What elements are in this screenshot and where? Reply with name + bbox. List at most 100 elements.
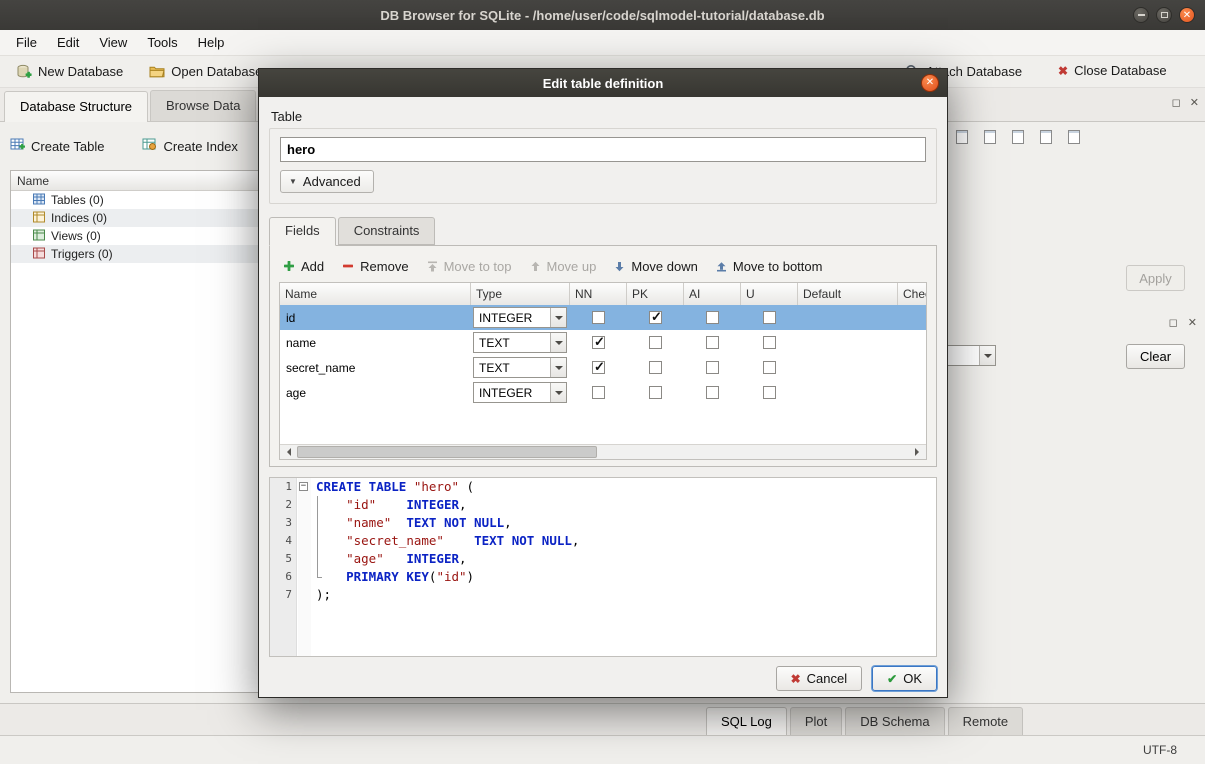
- move-up-button[interactable]: Move up: [530, 259, 597, 274]
- col-header-nn[interactable]: NN: [570, 283, 627, 305]
- grid-horizontal-scrollbar[interactable]: [280, 444, 926, 459]
- u-checkbox[interactable]: [763, 311, 776, 324]
- create-table-button[interactable]: Create Table: [10, 137, 104, 155]
- move-to-top-button[interactable]: Move to top: [427, 259, 512, 274]
- tab-remote[interactable]: Remote: [948, 707, 1024, 737]
- field-name-cell[interactable]: secret_name: [280, 361, 471, 375]
- u-checkbox[interactable]: [763, 361, 776, 374]
- col-header-default[interactable]: Default: [798, 283, 898, 305]
- move-to-top-label: Move to top: [444, 259, 512, 274]
- dock-float-icon[interactable]: ◻: [1169, 316, 1178, 329]
- table-name-input[interactable]: [280, 137, 926, 162]
- pk-checkbox[interactable]: [649, 386, 662, 399]
- type-combobox[interactable]: INTEGER: [473, 307, 567, 328]
- sql-preview-editor[interactable]: 1 − CREATE TABLE "hero" ( 2 "id" INTEGER…: [269, 477, 937, 657]
- remove-field-button[interactable]: Remove: [342, 259, 408, 274]
- type-combobox[interactable]: INTEGER: [473, 382, 567, 403]
- sql-code: "age" INTEGER,: [311, 550, 936, 568]
- field-row-secret-name[interactable]: secret_name TEXT: [280, 355, 926, 380]
- field-name-cell[interactable]: name: [280, 336, 471, 350]
- combo-arrow[interactable]: [550, 308, 566, 327]
- dock-close-icon[interactable]: ✕: [1190, 96, 1199, 109]
- new-database-button[interactable]: New Database: [10, 60, 129, 84]
- advanced-toggle-button[interactable]: ▼ Advanced: [280, 170, 374, 193]
- tab-sql-log[interactable]: SQL Log: [706, 707, 787, 737]
- move-down-button[interactable]: Move down: [614, 259, 697, 274]
- clear-button[interactable]: Clear: [1126, 344, 1185, 369]
- ai-checkbox[interactable]: [706, 361, 719, 374]
- pk-checkbox[interactable]: [649, 336, 662, 349]
- nn-checkbox[interactable]: [592, 361, 605, 374]
- scroll-left-button[interactable]: [280, 445, 296, 459]
- tab-browse-data[interactable]: Browse Data: [150, 90, 256, 121]
- create-index-button[interactable]: Create Index: [142, 137, 237, 155]
- scroll-right-button[interactable]: [910, 445, 926, 459]
- sql-code: "secret_name" TEXT NOT NULL,: [311, 532, 936, 550]
- nn-checkbox[interactable]: [592, 386, 605, 399]
- tab-database-structure[interactable]: Database Structure: [4, 91, 148, 122]
- col-header-check[interactable]: Check: [898, 283, 927, 305]
- tab-db-schema[interactable]: DB Schema: [845, 707, 944, 737]
- dock-tool-icon[interactable]: [1062, 126, 1086, 148]
- field-row-age[interactable]: age INTEGER: [280, 380, 926, 405]
- nn-checkbox[interactable]: [592, 311, 605, 324]
- cancel-button[interactable]: ✖ Cancel: [776, 666, 863, 691]
- combo-arrow[interactable]: [550, 333, 566, 352]
- nn-checkbox[interactable]: [592, 336, 605, 349]
- close-window-button[interactable]: ✕: [1179, 7, 1195, 23]
- field-row-id[interactable]: id INTEGER: [280, 305, 926, 330]
- u-checkbox[interactable]: [763, 336, 776, 349]
- open-database-button[interactable]: Open Database: [143, 60, 268, 84]
- col-header-ai[interactable]: AI: [684, 283, 741, 305]
- sql-token: "name": [346, 515, 391, 530]
- fields-pane: Add Remove Move to top Move up: [269, 245, 937, 467]
- field-name-cell[interactable]: age: [280, 386, 471, 400]
- u-checkbox[interactable]: [763, 386, 776, 399]
- dock-tool-icon[interactable]: [950, 126, 974, 148]
- pk-checkbox[interactable]: [649, 311, 662, 324]
- pk-checkbox[interactable]: [649, 361, 662, 374]
- sql-code: );: [311, 586, 936, 604]
- dock-tool-icon[interactable]: [978, 126, 1002, 148]
- menu-file[interactable]: File: [6, 31, 47, 54]
- sql-line: 3 "name" TEXT NOT NULL,: [270, 514, 936, 532]
- dock-tool-icon[interactable]: [1034, 126, 1058, 148]
- close-database-button[interactable]: ✖ Close Database: [1052, 59, 1173, 82]
- apply-button[interactable]: Apply: [1126, 265, 1185, 291]
- col-header-pk[interactable]: PK: [627, 283, 684, 305]
- ok-button[interactable]: ✔ OK: [872, 666, 937, 691]
- menu-edit[interactable]: Edit: [47, 31, 89, 54]
- menu-view[interactable]: View: [89, 31, 137, 54]
- move-to-bottom-button[interactable]: Move to bottom: [716, 259, 823, 274]
- tab-plot[interactable]: Plot: [790, 707, 842, 737]
- col-header-u[interactable]: U: [741, 283, 798, 305]
- ai-checkbox[interactable]: [706, 311, 719, 324]
- dock-tool-icon[interactable]: [1006, 126, 1030, 148]
- scrollbar-thumb[interactable]: [297, 446, 597, 458]
- create-table-label: Create Table: [31, 139, 104, 154]
- type-combobox[interactable]: TEXT: [473, 332, 567, 353]
- minimize-button[interactable]: [1133, 7, 1149, 23]
- combo-arrow[interactable]: [550, 358, 566, 377]
- add-field-button[interactable]: Add: [283, 259, 324, 274]
- maximize-button[interactable]: [1156, 7, 1172, 23]
- ai-checkbox[interactable]: [706, 386, 719, 399]
- menu-help[interactable]: Help: [188, 31, 235, 54]
- col-header-name[interactable]: Name: [280, 283, 471, 305]
- field-name-cell[interactable]: id: [280, 311, 471, 325]
- ai-checkbox[interactable]: [706, 336, 719, 349]
- tab-fields[interactable]: Fields: [269, 217, 336, 246]
- combo-arrow[interactable]: [550, 383, 566, 402]
- fold-collapse-icon[interactable]: −: [299, 482, 308, 491]
- field-type-cell: INTEGER: [471, 382, 570, 403]
- field-row-name[interactable]: name TEXT: [280, 330, 926, 355]
- menu-tools[interactable]: Tools: [137, 31, 187, 54]
- tab-constraints[interactable]: Constraints: [338, 217, 436, 245]
- type-combobox[interactable]: TEXT: [473, 357, 567, 378]
- dialog-close-button[interactable]: ✕: [921, 74, 939, 92]
- chevron-down-icon: [555, 316, 563, 324]
- dock-float-icon[interactable]: ◻: [1172, 96, 1181, 109]
- maximize-icon: [1161, 12, 1168, 18]
- dock-close-icon[interactable]: ✕: [1188, 316, 1197, 329]
- col-header-type[interactable]: Type: [471, 283, 570, 305]
